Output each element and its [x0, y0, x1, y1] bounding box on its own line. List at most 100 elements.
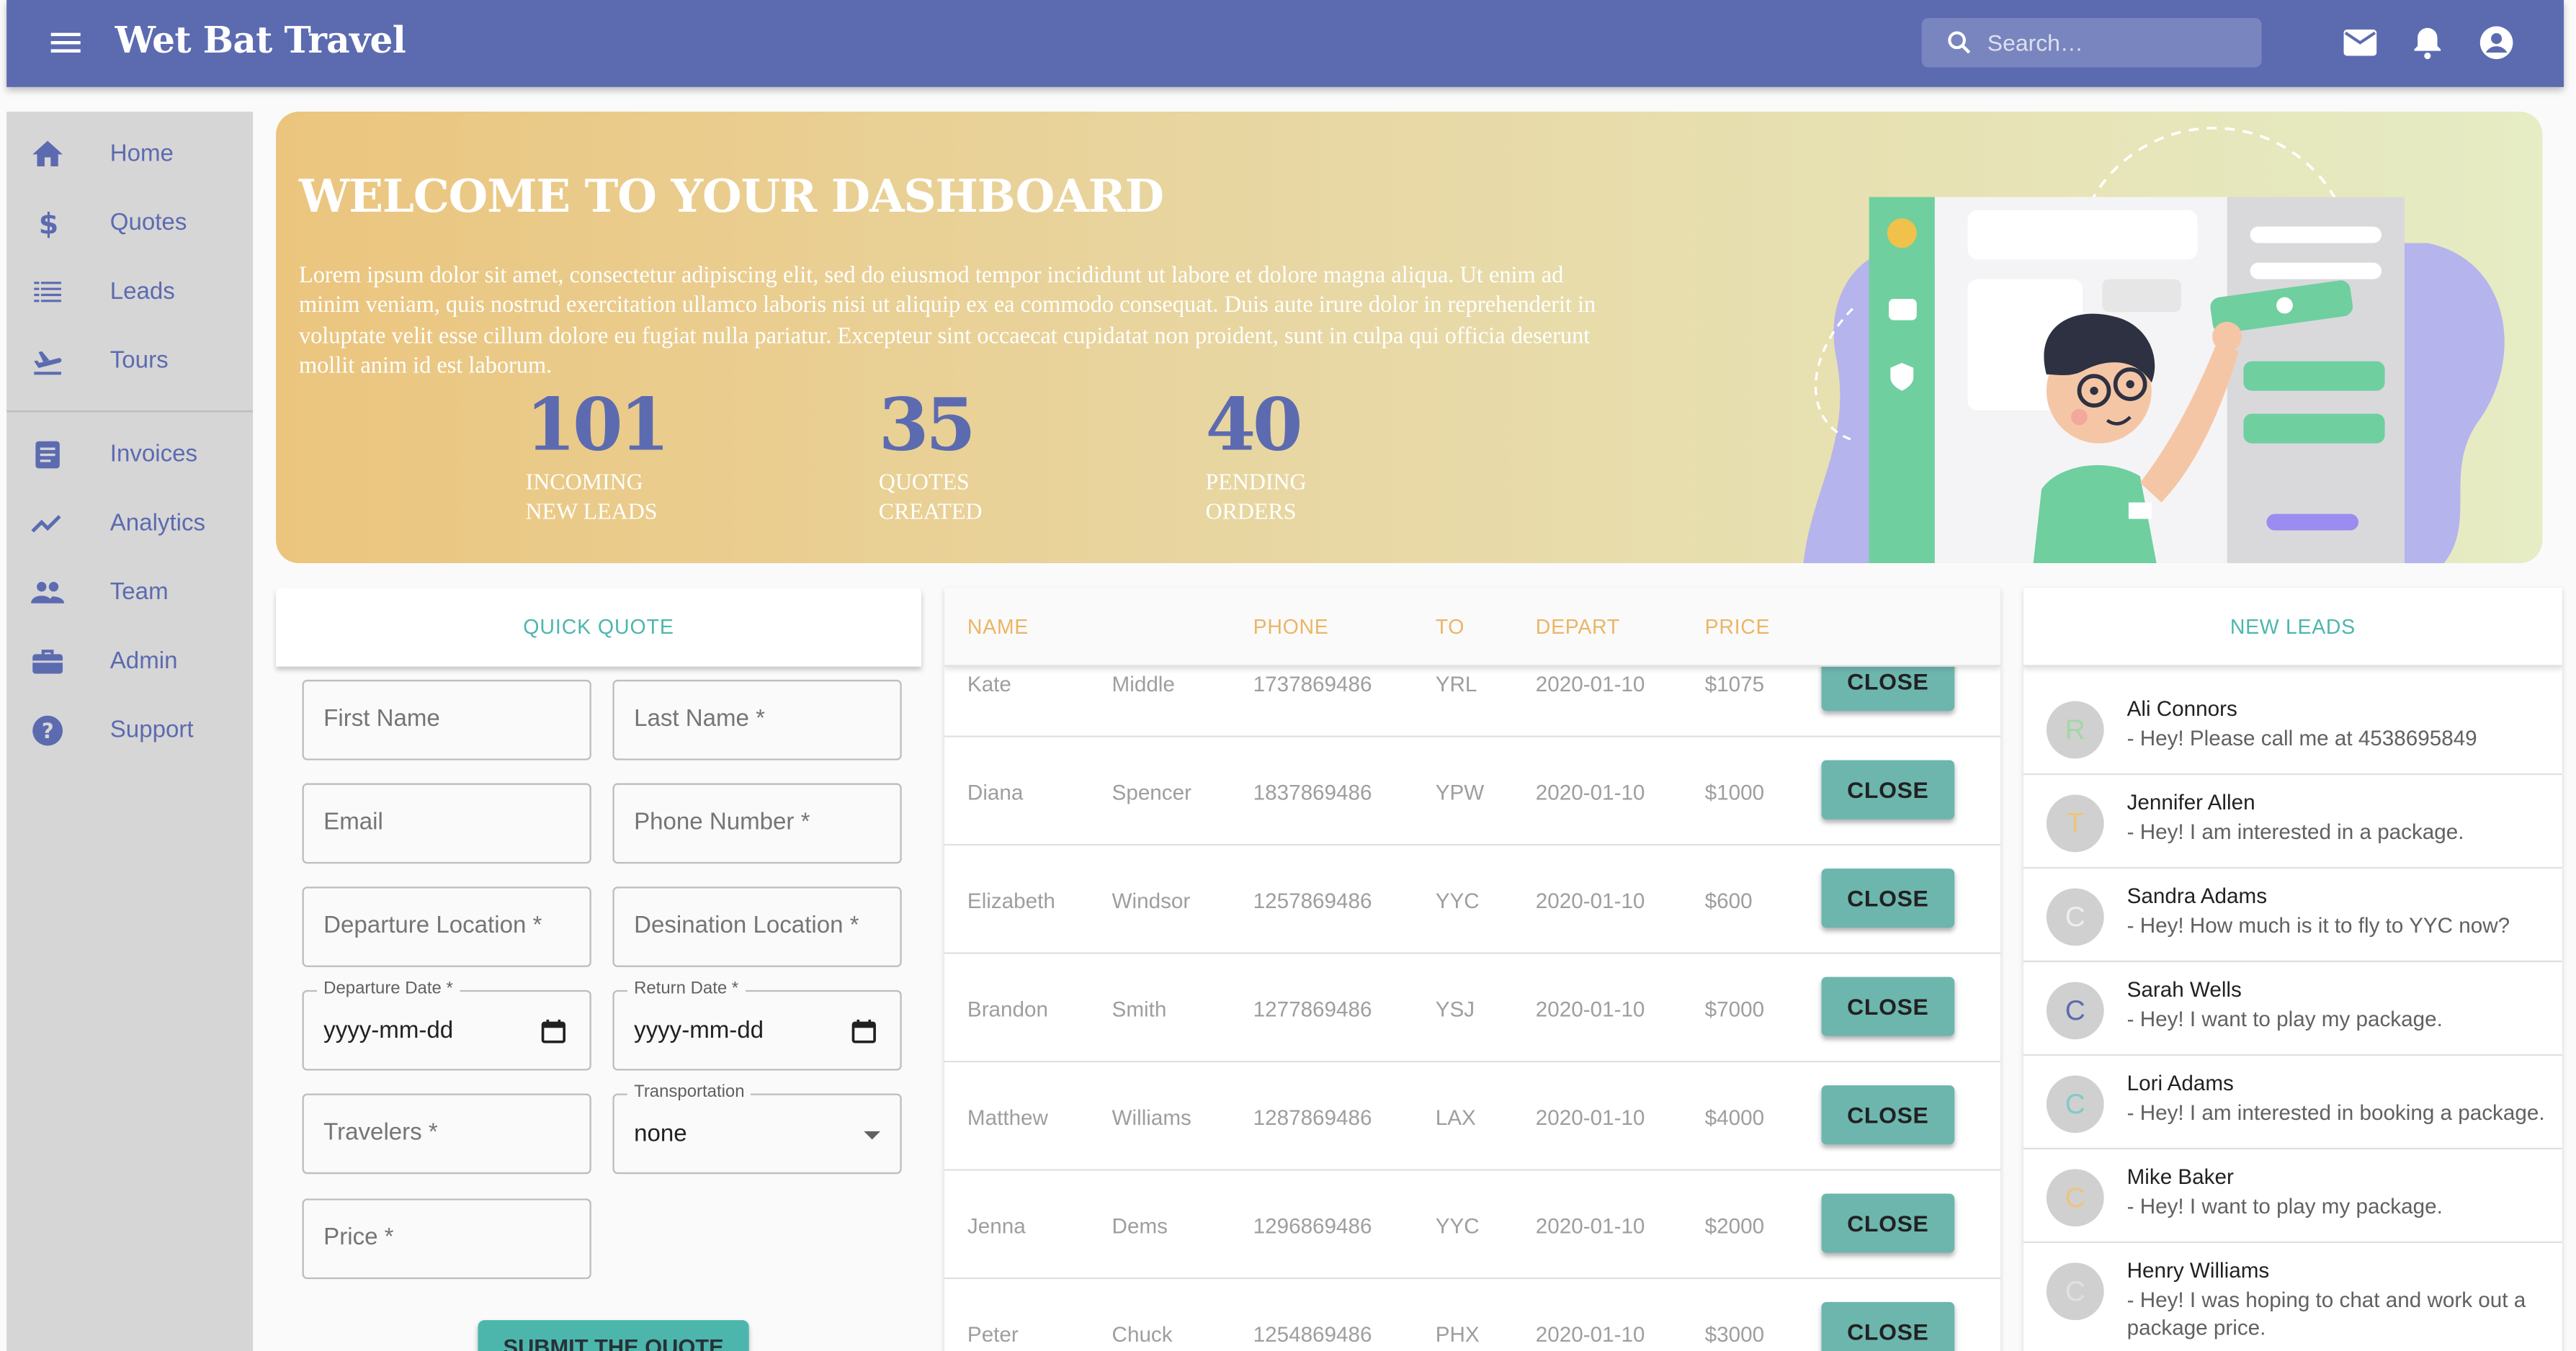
return-date-field[interactable]: Return Date * yyyy-mm-dd	[612, 978, 902, 1071]
avatar-initial: C	[2065, 1088, 2085, 1120]
sidebar-item-label: Quotes	[109, 210, 187, 237]
lead-name: Sarah Wells	[2126, 977, 2242, 1002]
lead-message: - Hey! How much is it to fly to YYC now?	[2126, 912, 2510, 938]
stat-value: 35	[878, 384, 976, 468]
cell-last-name: Williams	[1112, 1105, 1191, 1130]
last-name-field[interactable]: Last Name *	[612, 679, 902, 760]
lead-name: Jennifer Allen	[2126, 789, 2255, 814]
cell-price: $3000	[1704, 1321, 1765, 1347]
cell-depart: 2020-01-10	[1535, 996, 1645, 1022]
sidebar: Home $ Quotes Leads Tours Invoices Analy…	[6, 112, 254, 1351]
close-lead-button[interactable]: CLOSE	[1821, 760, 1955, 820]
departure-date-value: yyyy-mm-dd	[323, 1018, 454, 1045]
sidebar-item-label: Tours	[109, 348, 169, 374]
stat-value: 40	[1205, 384, 1303, 468]
table-row: Matthew Williams 1287869486 LAX 2020-01-…	[944, 1062, 2001, 1171]
cell-last-name: Chuck	[1112, 1321, 1173, 1347]
quick-quote-title: QUICK QUOTE	[523, 616, 674, 639]
sidebar-item-support[interactable]: ? Support	[6, 698, 253, 767]
stat-caption-line2: ORDERS	[1205, 501, 1297, 526]
stat-incoming-leads: 101 INCOMING NEW LEADS	[526, 387, 690, 529]
account-icon[interactable]	[2477, 23, 2516, 63]
mail-icon[interactable]	[2340, 23, 2380, 63]
destination-location-placeholder: Desination Location *	[634, 912, 859, 940]
price-field[interactable]: Price *	[302, 1198, 591, 1280]
cell-last-name: Spencer	[1112, 780, 1191, 805]
phone-number-placeholder: Phone Number *	[634, 809, 810, 836]
close-lead-button[interactable]: CLOSE	[1821, 1193, 1955, 1253]
close-lead-button[interactable]: CLOSE	[1821, 977, 1955, 1036]
dropdown-arrow-icon	[864, 1131, 881, 1140]
sidebar-item-leads[interactable]: Leads	[6, 259, 253, 328]
stat-caption-line1: QUOTES	[878, 471, 970, 496]
sidebar-item-invoices[interactable]: Invoices	[6, 422, 253, 491]
list-item[interactable]: R Ali Connors - Hey! Please call me at 4…	[2023, 681, 2562, 776]
list-item[interactable]: C Mike Baker - Hey! I want to play my pa…	[2023, 1149, 2562, 1243]
cell-first-name: Brandon	[967, 996, 1048, 1022]
calendar-icon[interactable]	[540, 1018, 566, 1044]
transportation-select[interactable]: Transportation none	[612, 1082, 902, 1175]
close-lead-button[interactable]: CLOSE	[1821, 1302, 1955, 1351]
banner-title: WELCOME TO YOUR DASHBOARD	[298, 171, 1164, 224]
sidebar-item-admin[interactable]: Admin	[6, 629, 253, 698]
sidebar-item-label: Analytics	[109, 511, 206, 537]
sidebar-item-home[interactable]: Home	[6, 122, 253, 191]
destination-location-field[interactable]: Desination Location *	[612, 887, 902, 967]
sidebar-item-quotes[interactable]: $ Quotes	[6, 190, 253, 259]
list-item[interactable]: C Henry Williams - Hey! I was hoping to …	[2023, 1243, 2562, 1351]
cell-to: YYC	[1435, 1213, 1480, 1239]
first-name-field[interactable]: First Name	[302, 679, 591, 760]
sidebar-item-tours[interactable]: Tours	[6, 328, 253, 398]
cell-phone: 1296869486	[1253, 1213, 1372, 1239]
travelers-field[interactable]: Travelers *	[302, 1093, 591, 1175]
list-item[interactable]: C Sandra Adams - Hey! How much is it to …	[2023, 868, 2562, 963]
sidebar-item-analytics[interactable]: Analytics	[6, 491, 253, 560]
list-item[interactable]: T Jennifer Allen - Hey! I am interested …	[2023, 775, 2562, 869]
avatar-initial: C	[2065, 1275, 2085, 1307]
quick-quote-header: QUICK QUOTE	[276, 588, 922, 667]
sidebar-item-label: Invoices	[109, 441, 198, 468]
avatar: C	[2046, 1169, 2104, 1227]
cell-to: LAX	[1435, 1105, 1476, 1130]
travelers-placeholder: Travelers *	[323, 1119, 438, 1146]
notifications-icon[interactable]	[2407, 23, 2447, 63]
close-lead-button[interactable]: CLOSE	[1821, 1085, 1955, 1145]
lead-message: - Hey! I am interested in a package.	[2126, 819, 2464, 844]
email-field[interactable]: Email	[302, 783, 591, 864]
departure-date-field[interactable]: Departure Date * yyyy-mm-dd	[302, 978, 591, 1071]
list-item[interactable]: C Lori Adams - Hey! I am interested in b…	[2023, 1056, 2562, 1149]
column-header-depart[interactable]: DEPART	[1536, 616, 1620, 639]
cell-price: $2000	[1704, 1213, 1765, 1239]
email-placeholder: Email	[323, 809, 383, 836]
calendar-icon[interactable]	[851, 1018, 877, 1044]
list-item[interactable]: C Sarah Wells - Hey! I want to play my p…	[2023, 962, 2562, 1056]
cell-first-name: Diana	[967, 780, 1024, 805]
avatar: C	[2046, 1075, 2104, 1134]
svg-text:?: ?	[42, 719, 54, 743]
sidebar-item-label: Team	[109, 579, 169, 606]
lead-name: Mike Baker	[2126, 1164, 2234, 1189]
cell-last-name: Smith	[1112, 996, 1167, 1022]
phone-number-field[interactable]: Phone Number *	[612, 783, 902, 864]
cell-price: $4000	[1704, 1105, 1765, 1130]
column-header-name[interactable]: NAME	[967, 616, 1029, 639]
column-header-phone[interactable]: PHONE	[1253, 616, 1329, 639]
submit-quote-button[interactable]: SUBMIT THE QUOTE	[478, 1320, 749, 1351]
column-header-price[interactable]: PRICE	[1705, 616, 1771, 639]
cell-price: $1000	[1704, 780, 1765, 805]
lead-name: Sandra Adams	[2126, 883, 2268, 908]
column-header-to[interactable]: TO	[1436, 616, 1464, 639]
briefcase-icon	[32, 650, 63, 674]
departure-location-placeholder: Departure Location *	[323, 912, 542, 940]
sidebar-item-team[interactable]: Team	[6, 560, 253, 629]
banner-text: Lorem ipsum dolor sit amet, consectetur …	[298, 262, 1596, 380]
avatar-initial: C	[2065, 995, 2085, 1026]
cell-first-name: Peter	[967, 1321, 1019, 1347]
departure-location-field[interactable]: Departure Location *	[302, 887, 591, 967]
close-lead-button[interactable]: CLOSE	[1821, 868, 1955, 928]
search-box[interactable]	[1921, 18, 2262, 68]
menu-icon[interactable]	[46, 23, 86, 63]
search-input[interactable]	[1987, 18, 2250, 68]
return-date-label: Return Date *	[627, 978, 746, 999]
avatar-initial: T	[2066, 807, 2084, 840]
